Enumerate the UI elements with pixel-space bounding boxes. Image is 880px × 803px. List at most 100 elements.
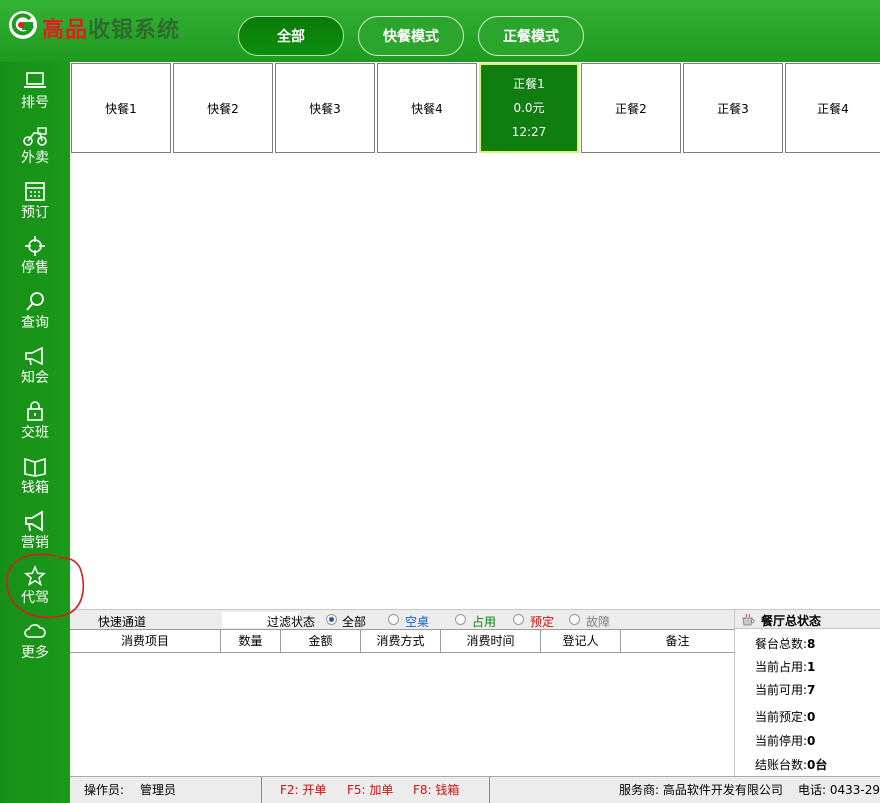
table-tile-fast-4[interactable]: 快餐4 [377,63,477,153]
filter-radio-empty[interactable] [388,614,399,625]
table-name: 正餐1 [513,77,545,91]
sidebar-item-cashbox[interactable]: 钱箱 [0,447,70,502]
sidebar-item-takeout[interactable]: 外卖 [0,117,70,172]
filter-radio-occupied[interactable] [455,614,466,625]
table-tile-dinner-3[interactable]: 正餐3 [683,63,783,153]
filter-option-label: 空桌 [405,615,430,629]
filter-option-label: 预定 [530,615,555,629]
operator-label: 操作员: [84,783,125,797]
sidebar-item-search[interactable]: 查询 [0,282,70,337]
calendar-icon [25,182,45,201]
scooter-icon [23,127,47,146]
stat-label: 当前预定: [755,710,808,724]
table-tile-fast-3[interactable]: 快餐3 [275,63,375,153]
stat-value: 1 [807,660,816,674]
sidebar-item-label: 钱箱 [21,480,49,496]
sidebar-item-reserve[interactable]: 预订 [0,172,70,227]
stat-label: 当前占用: [755,660,808,674]
column-header[interactable]: 消费时间 [441,630,541,652]
mode-all-button[interactable]: 全部 [238,16,344,56]
filter-option-label: 占用 [472,615,497,629]
sidebar-item-more[interactable]: 更多 [0,612,70,667]
stat-value: 0 [807,734,816,748]
table-tile-dinner-2[interactable]: 正餐2 [581,63,681,153]
stat-label: 当前可用: [755,683,808,697]
brand-red-text: 高品 [42,18,89,43]
table-time: 12:27 [511,125,547,139]
bottom-status-bar: 操作员: 管理员 F2: 开单 F5: 加单 F8: 钱箱 服务商: 高品软件开… [70,776,880,803]
sidebar-item-label: 代驾 [21,590,49,606]
sidebar-item-marketing[interactable]: 营销 [0,502,70,557]
stat-total-tables: 餐台总数:8 [755,635,815,652]
table-tile-dinner-4[interactable]: 正餐4 [785,63,880,153]
book-icon [24,457,46,477]
filter-option-label: 全部 [342,615,367,629]
stat-reserved: 当前预定:0 [755,708,815,725]
filter-status-label: 过滤状态 [267,615,316,629]
column-header[interactable]: 登记人 [541,630,621,652]
table-tile-fast-2[interactable]: 快餐2 [173,63,273,153]
hotkey-add-order[interactable]: F5: 加单 [347,781,393,798]
table-amount: 0.0元 [513,101,545,115]
megaphone-icon [25,510,43,532]
column-header[interactable]: 金额 [281,630,361,652]
sidebar-item-label: 预订 [21,205,49,221]
stat-label: 结账台数: [755,758,808,772]
table-tile-dinner-1[interactable]: 正餐1 0.0元 12:27 [479,63,579,153]
filter-bar: 快速通道 过滤状态 全部 空桌 占用 预定 故障 [70,609,734,629]
sidebar-item-notify[interactable]: 知会 [0,337,70,392]
mode-fastfood-button[interactable]: 快餐模式 [358,16,464,56]
sidebar-item-label: 交班 [21,425,49,441]
mode-dinner-button[interactable]: 正餐模式 [478,16,584,56]
quick-channel-label: 快速通道 [98,615,147,629]
filter-radio-fault[interactable] [569,614,580,625]
sidebar-item-driver[interactable]: 代驾 [0,557,70,612]
cloud-icon [24,624,46,638]
consumption-table-body[interactable] [70,653,734,776]
provider-info: 服务商: 高品软件开发有限公司 [619,783,783,797]
hotkey-cashbox[interactable]: F8: 钱箱 [413,781,459,798]
filter-radio-reserved[interactable] [513,614,524,625]
app-brand: 高品收银系统 [42,12,180,44]
hall-status-header: 餐厅总状态 [735,609,880,629]
hall-status-title: 餐厅总状态 [761,614,822,628]
consumption-table-header: 消费项目 数量 金额 消费方式 消费时间 登记人 备注 [70,629,734,653]
stat-value: 0 [807,710,816,724]
sidebar-item-handover[interactable]: 交班 [0,392,70,447]
stat-available: 当前可用:7 [755,681,815,698]
sidebar-item-label: 排号 [21,95,49,111]
status-divider [261,777,262,803]
table-tile-fast-1[interactable]: 快餐1 [71,63,171,153]
sidebar: 排号 外卖 预订 停售 查询 知会 交班 钱箱 营销 代驾 更多 [0,62,70,803]
hall-status-panel: 餐厅总状态 餐台总数:8 当前占用:1 当前可用:7 当前预定:0 当前停用:0… [734,609,880,776]
sidebar-item-label: 停售 [21,260,49,276]
sidebar-item-stop-sale[interactable]: 停售 [0,227,70,282]
sidebar-item-label: 外卖 [21,150,49,166]
header-bar: 高品收银系统 全部 快餐模式 正餐模式 [0,0,880,62]
stat-label: 餐台总数: [755,637,808,651]
phone-info: 电话: 0433-291 [798,783,880,797]
crosshair-icon [25,236,45,256]
column-header[interactable]: 备注 [621,630,734,652]
column-header[interactable]: 数量 [221,630,281,652]
sidebar-item-queue[interactable]: 排号 [0,62,70,117]
brand-gray-text: 收银系统 [88,18,181,43]
sidebar-item-label: 更多 [21,645,49,661]
filter-option-label: 故障 [586,615,611,629]
stat-occupied: 当前占用:1 [755,658,815,675]
logo-icon [9,11,37,39]
hotkey-open-order[interactable]: F2: 开单 [280,781,326,798]
stat-value: 7 [807,683,816,697]
sidebar-item-label: 营销 [21,535,49,551]
status-divider [489,777,490,803]
column-header[interactable]: 消费项目 [70,630,221,652]
coffee-cup-icon [742,613,755,626]
operator-name: 管理员 [140,783,177,797]
stat-checked-out: 结账台数:0台 [755,756,827,773]
search-icon [26,292,44,311]
stat-label: 当前停用: [755,734,808,748]
star-icon [24,565,46,587]
megaphone-icon [25,346,43,366]
filter-radio-all[interactable] [326,614,337,625]
column-header[interactable]: 消费方式 [361,630,441,652]
